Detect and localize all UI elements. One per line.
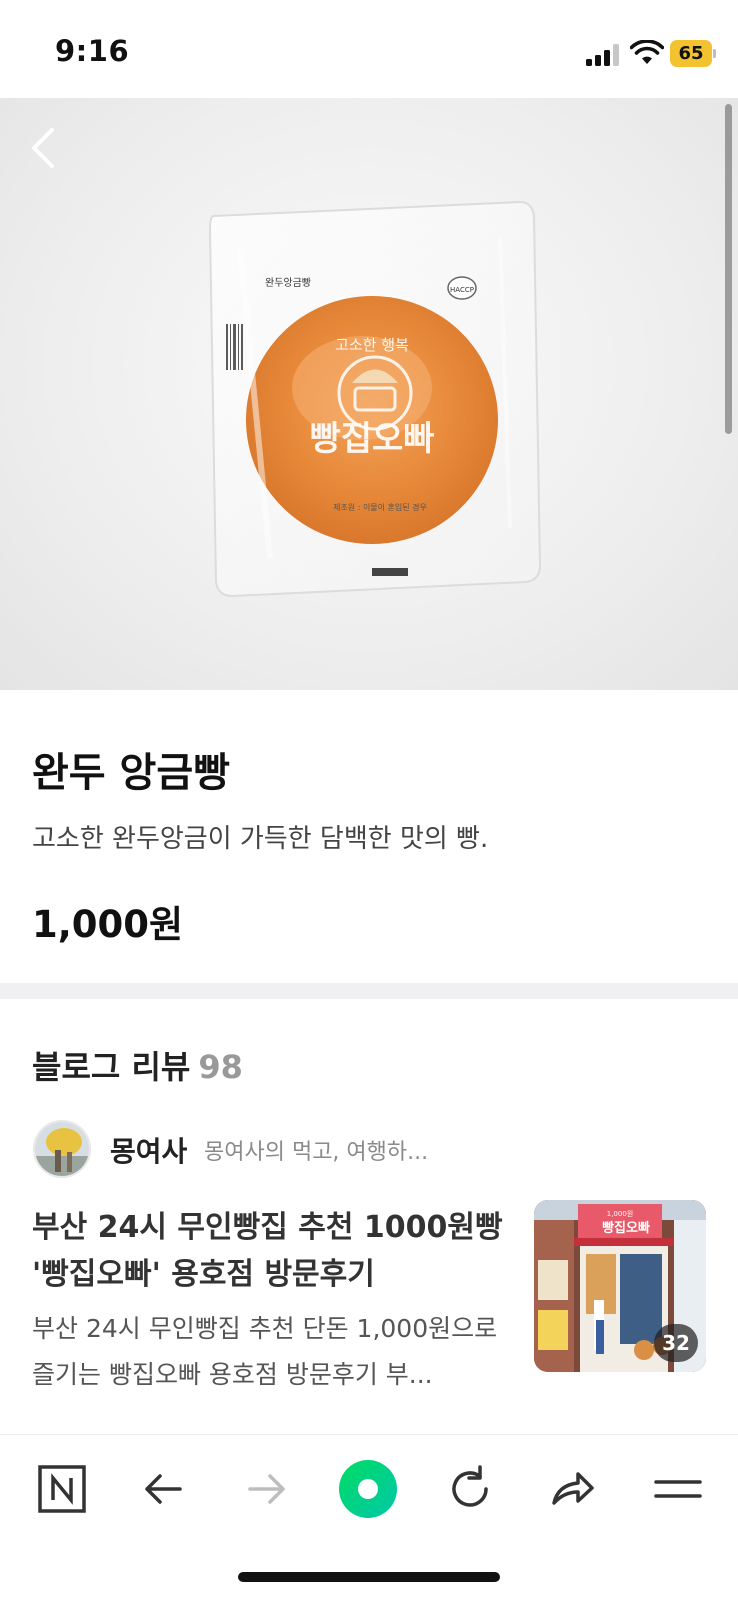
bun-package-image: 고소한 행복 빵집오빠 완두앙금빵 HACCP 제조원 : 이물이 혼입된 경우 — [208, 200, 542, 598]
package-slogan: 고소한 행복 — [335, 336, 409, 354]
status-time: 9:16 — [55, 34, 130, 68]
package-fineprint: 제조원 : 이물이 혼입된 경우 — [333, 502, 427, 512]
forward-arrow-icon[interactable] — [236, 1459, 296, 1519]
green-dot-icon[interactable] — [338, 1459, 398, 1519]
blog-review-heading[interactable]: 블로그 리뷰 98 — [32, 1042, 243, 1088]
wifi-icon — [630, 40, 664, 64]
naver-home-icon[interactable] — [32, 1459, 92, 1519]
author-blog-name[interactable]: 몽여사의 먹고, 여행하... — [204, 1134, 428, 1166]
section-divider — [0, 983, 738, 999]
product-description: 고소한 완두앙금이 가득한 담백한 맛의 빵. — [32, 824, 489, 854]
blog-review-count: 98 — [198, 1048, 243, 1086]
thumb-price: 1,000원 — [607, 1209, 633, 1218]
signal-icon — [586, 44, 619, 66]
review-post-excerpt[interactable]: 부산 24시 무인빵집 추천 단돈 1,000원으로 즐기는 빵집오빠 용호점 … — [32, 1306, 512, 1398]
battery-tip — [713, 49, 716, 58]
hero-scrollbar[interactable] — [725, 104, 732, 434]
package-brand: 빵집오빠 — [309, 419, 434, 459]
review-post-title[interactable]: 부산 24시 무인빵집 추천 1000원빵 '빵집오빠' 용호점 방문후기 — [32, 1204, 512, 1298]
package-label: 완두앙금빵 — [265, 277, 311, 289]
image-count-badge: 32 — [654, 1324, 698, 1362]
blog-review-label: 블로그 리뷰 — [32, 1048, 191, 1086]
product-price: 1,000원 — [32, 903, 184, 946]
home-indicator[interactable] — [238, 1572, 500, 1582]
review-thumbnail[interactable]: 1,000원 빵집오빠 32 — [534, 1200, 706, 1372]
author-name[interactable]: 몽여사 — [110, 1130, 187, 1170]
product-title: 완두 앙금빵 — [32, 750, 230, 796]
product-photo[interactable]: 고소한 행복 빵집오빠 완두앙금빵 HACCP 제조원 : 이물이 혼입된 경우 — [0, 98, 738, 690]
thumb-sign: 빵집오빠 — [602, 1220, 650, 1236]
battery-level: 65 — [678, 43, 704, 64]
back-arrow-icon[interactable] — [134, 1459, 194, 1519]
share-icon[interactable] — [542, 1459, 602, 1519]
back-chevron-icon[interactable] — [24, 122, 64, 174]
battery-icon: 65 — [670, 40, 716, 67]
status-bar: 9:16 65 — [0, 0, 738, 98]
menu-icon[interactable] — [648, 1459, 708, 1519]
refresh-icon[interactable] — [440, 1459, 500, 1519]
haccp-badge: HACCP — [450, 286, 474, 294]
author-avatar[interactable] — [33, 1120, 91, 1178]
